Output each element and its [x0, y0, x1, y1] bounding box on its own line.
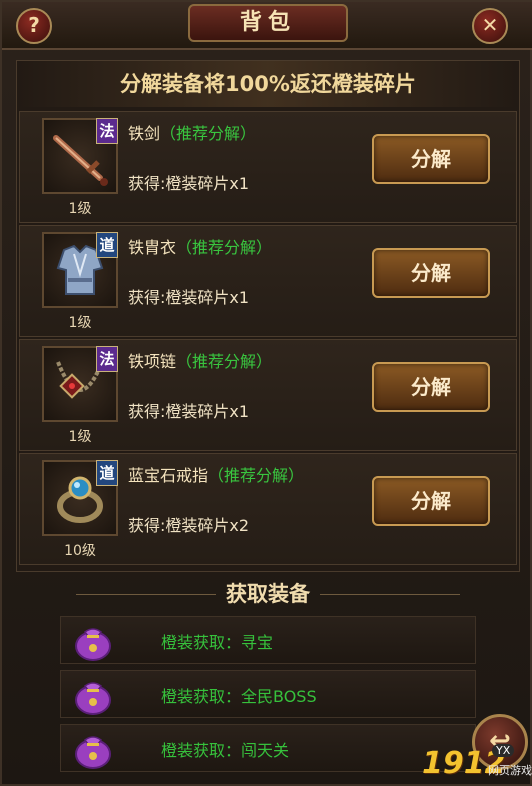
item-slot[interactable]: 法 — [42, 118, 118, 194]
item-reward: 获得:橙装碎片x2 — [128, 516, 250, 535]
item-slot[interactable]: 道 — [42, 232, 118, 308]
bag-window: ? 背包 ✕ 分解装备将100%返还橙装碎片 法 1级 铁剑（推荐分解） 获得:… — [0, 0, 532, 786]
acquire-row-challenge[interactable]: 橙装获取：闯天关 — [60, 724, 476, 772]
class-badge: 道 — [96, 232, 118, 258]
item-level: 1级 — [68, 201, 92, 217]
window-title: 背包 — [188, 4, 348, 42]
list-item: 法 1级 铁项链（推荐分解） 获得:橙装碎片x1 分解 — [19, 339, 517, 451]
decompose-banner: 分解装备将100%返还橙装碎片 — [17, 61, 519, 107]
recommend-tag: （推荐分解） — [176, 352, 273, 371]
item-level: 1级 — [68, 429, 92, 445]
pouch-icon — [75, 628, 111, 661]
acquire-row-treasure[interactable]: 橙装获取：寻宝 — [60, 616, 476, 664]
title-bar: ? 背包 ✕ — [2, 2, 532, 50]
recommend-tag: （推荐分解） — [208, 466, 305, 485]
close-button[interactable]: ✕ — [472, 8, 508, 44]
item-slot[interactable]: 法 — [42, 346, 118, 422]
item-reward: 获得:橙装碎片x1 — [128, 402, 250, 421]
item-name-text: 铁项链 — [128, 352, 177, 371]
pouch-icon — [75, 682, 111, 715]
item-level: 1级 — [68, 315, 92, 331]
item-name: 铁项链（推荐分解） — [128, 348, 272, 372]
watermark-subtitle: 网页游戏 — [488, 764, 532, 777]
pouch-icon — [75, 736, 111, 769]
item-reward: 获得:橙装碎片x1 — [128, 174, 250, 193]
decompose-button[interactable]: 分解 — [372, 248, 490, 298]
item-level: 10级 — [64, 543, 96, 559]
watermark-badge: YX — [492, 744, 515, 757]
acquire-text: 橙装获取：寻宝 — [161, 633, 274, 652]
help-button[interactable]: ? — [16, 8, 52, 44]
decompose-button[interactable]: 分解 — [372, 476, 490, 526]
class-badge: 法 — [96, 118, 118, 144]
list-item: 法 1级 铁剑（推荐分解） 获得:橙装碎片x1 分解 — [19, 111, 517, 223]
decompose-button[interactable]: 分解 — [372, 134, 490, 184]
decompose-panel: 分解装备将100%返还橙装碎片 法 1级 铁剑（推荐分解） 获得:橙装碎片x1 … — [16, 60, 520, 572]
item-name-text: 铁剑 — [128, 124, 161, 143]
item-name: 铁胄衣（推荐分解） — [128, 234, 272, 258]
decompose-button[interactable]: 分解 — [372, 362, 490, 412]
acquire-section-title: 获取装备 — [16, 576, 520, 612]
item-name-text: 蓝宝石戒指 — [128, 466, 209, 485]
item-name: 蓝宝石戒指（推荐分解） — [128, 462, 304, 486]
site-watermark: 1912 YX 网页游戏 — [422, 742, 532, 786]
item-name-text: 铁胄衣 — [128, 238, 177, 257]
list-item: 道 1级 铁胄衣（推荐分解） 获得:橙装碎片x1 分解 — [19, 225, 517, 337]
recommend-tag: （推荐分解） — [176, 238, 273, 257]
class-badge: 法 — [96, 346, 118, 372]
list-item: 道 10级 蓝宝石戒指（推荐分解） 获得:橙装碎片x2 分解 — [19, 453, 517, 565]
acquire-text: 橙装获取：全民BOSS — [161, 687, 317, 706]
class-badge: 道 — [96, 460, 118, 486]
recommend-tag: （推荐分解） — [160, 124, 257, 143]
item-reward: 获得:橙装碎片x1 — [128, 288, 250, 307]
item-slot[interactable]: 道 — [42, 460, 118, 536]
acquire-text: 橙装获取：闯天关 — [161, 741, 290, 760]
acquire-row-boss[interactable]: 橙装获取：全民BOSS — [60, 670, 476, 718]
item-name: 铁剑（推荐分解） — [128, 120, 256, 144]
